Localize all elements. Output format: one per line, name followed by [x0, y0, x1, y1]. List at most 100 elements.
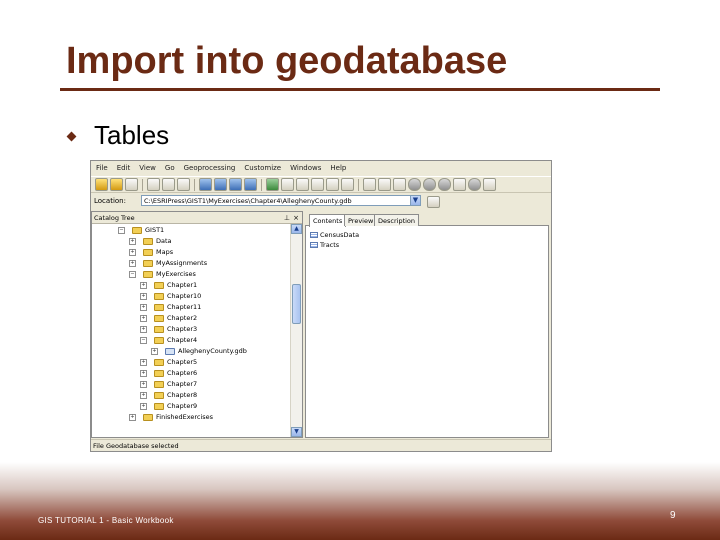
menu-edit[interactable]: Edit — [117, 164, 131, 172]
expand-icon[interactable]: + — [151, 348, 158, 355]
tree-item-label: GIST1 — [145, 226, 165, 234]
pin-icon[interactable]: ⊥ — [284, 212, 290, 224]
globe-icon[interactable] — [266, 178, 279, 191]
expand-icon[interactable]: + — [140, 282, 147, 289]
large-icons-icon[interactable] — [199, 178, 212, 191]
catalog-tree-header: Catalog Tree — [92, 212, 302, 224]
tree-item[interactable]: + Data — [92, 236, 290, 247]
copy-icon[interactable] — [147, 178, 160, 191]
tree-item[interactable]: + Chapter7 — [92, 379, 290, 390]
close-icon[interactable]: × — [293, 212, 299, 224]
thumbnails-icon[interactable] — [244, 178, 257, 191]
expand-icon[interactable]: + — [129, 238, 136, 245]
expand-icon[interactable]: + — [140, 392, 147, 399]
contents-pane: Contents Preview Description CensusData … — [305, 214, 549, 438]
tree-item-label: Chapter10 — [167, 292, 202, 300]
location-input[interactable]: C:\ESRIPress\GIST1\MyExercises\Chapter4\… — [141, 195, 411, 206]
collapse-icon[interactable]: − — [118, 227, 125, 234]
expand-icon[interactable]: + — [140, 403, 147, 410]
scrollbar-thumb[interactable] — [292, 284, 301, 324]
expand-icon[interactable]: + — [140, 315, 147, 322]
menu-geoprocessing[interactable]: Geoprocessing — [184, 164, 236, 172]
collapse-icon[interactable]: − — [140, 337, 147, 344]
folder-icon — [154, 370, 164, 377]
back-icon[interactable] — [423, 178, 436, 191]
tree-item[interactable]: + Chapter2 — [92, 313, 290, 324]
bullet-text: Tables — [94, 120, 170, 150]
expand-icon[interactable]: + — [140, 370, 147, 377]
catalog-tree-title: Catalog Tree — [94, 214, 135, 222]
pan-icon[interactable] — [393, 178, 406, 191]
expand-icon[interactable]: + — [140, 293, 147, 300]
content-item-tracts[interactable]: Tracts — [310, 240, 339, 250]
tree-item-label: AlleghenyCounty.gdb — [178, 347, 247, 355]
catalog-window-icon[interactable] — [281, 178, 294, 191]
delete-icon[interactable] — [177, 178, 190, 191]
zoom-in-icon[interactable] — [363, 178, 376, 191]
tree-item[interactable]: + Maps — [92, 247, 290, 258]
details-icon[interactable] — [229, 178, 242, 191]
tab-preview[interactable]: Preview — [344, 214, 378, 226]
folder-icon — [154, 403, 164, 410]
tree-item[interactable]: − Chapter4 — [92, 335, 290, 346]
collapse-icon[interactable]: − — [129, 271, 136, 278]
footer-text: GIS TUTORIAL 1 - Basic Workbook — [38, 516, 174, 525]
tree-item-label: MyAssignments — [156, 259, 208, 267]
python-icon[interactable] — [326, 178, 339, 191]
location-dropdown-icon[interactable]: ▼ — [410, 195, 421, 206]
tree-item[interactable]: − MyExercises — [92, 269, 290, 280]
expand-icon[interactable]: + — [140, 304, 147, 311]
catalog-tree-list: − GIST1 + Data + Maps + MyAssignments − MyExercis… — [92, 225, 290, 423]
tree-item-label: Data — [156, 237, 172, 245]
model-builder-icon[interactable] — [341, 178, 354, 191]
expand-icon[interactable]: + — [129, 249, 136, 256]
folder-options-icon[interactable] — [427, 196, 440, 208]
identify-icon[interactable] — [453, 178, 466, 191]
tree-item[interactable]: + FinishedExercises — [92, 412, 290, 423]
tree-item[interactable]: + AlleghenyCounty.gdb — [92, 346, 290, 357]
menu-go[interactable]: Go — [165, 164, 175, 172]
scroll-up-icon[interactable]: ▲ — [291, 224, 302, 234]
menu-file[interactable]: File — [96, 164, 108, 172]
paste-icon[interactable] — [162, 178, 175, 191]
list-icon[interactable] — [214, 178, 227, 191]
expand-icon[interactable]: + — [129, 260, 136, 267]
create-thumbnail-icon[interactable] — [468, 178, 481, 191]
forward-icon[interactable] — [438, 178, 451, 191]
tree-item[interactable]: + Chapter11 — [92, 302, 290, 313]
search-window-icon[interactable] — [296, 178, 309, 191]
connect-folder-icon[interactable] — [110, 178, 123, 191]
tree-item[interactable]: + Chapter3 — [92, 324, 290, 335]
catalog-tree-panel: Catalog Tree ⊥ × − GIST1 + Data + Maps + MyAssi… — [91, 211, 303, 438]
content-item-label: CensusData — [320, 231, 360, 239]
disconnect-folder-icon[interactable] — [125, 178, 138, 191]
zoom-out-icon[interactable] — [378, 178, 391, 191]
tree-item[interactable]: − GIST1 — [92, 225, 290, 236]
menu-view[interactable]: View — [139, 164, 156, 172]
tree-item[interactable]: + Chapter1 — [92, 280, 290, 291]
arctoolbox-icon[interactable] — [311, 178, 324, 191]
expand-icon[interactable]: + — [129, 414, 136, 421]
menu-windows[interactable]: Windows — [290, 164, 321, 172]
expand-icon[interactable]: + — [140, 381, 147, 388]
up-one-level-icon[interactable] — [95, 178, 108, 191]
expand-icon[interactable]: + — [140, 359, 147, 366]
content-item-censusdata[interactable]: CensusData — [310, 230, 359, 240]
scroll-down-icon[interactable]: ▼ — [291, 427, 302, 437]
tree-item-label: Chapter2 — [167, 314, 198, 322]
menu-customize[interactable]: Customize — [244, 164, 281, 172]
tree-item[interactable]: + MyAssignments — [92, 258, 290, 269]
full-extent-icon[interactable] — [408, 178, 421, 191]
tree-item[interactable]: + Chapter6 — [92, 368, 290, 379]
tab-contents[interactable]: Contents — [309, 214, 347, 227]
tree-item[interactable]: + Chapter10 — [92, 291, 290, 302]
tab-description[interactable]: Description — [374, 214, 420, 226]
tree-item[interactable]: + Chapter8 — [92, 390, 290, 401]
vertical-scrollbar[interactable]: ▲ ▼ — [290, 224, 302, 437]
refresh-icon[interactable] — [483, 178, 496, 191]
menu-help[interactable]: Help — [330, 164, 346, 172]
tree-item-label: Maps — [156, 248, 174, 256]
tree-item[interactable]: + Chapter9 — [92, 401, 290, 412]
tree-item[interactable]: + Chapter5 — [92, 357, 290, 368]
expand-icon[interactable]: + — [140, 326, 147, 333]
